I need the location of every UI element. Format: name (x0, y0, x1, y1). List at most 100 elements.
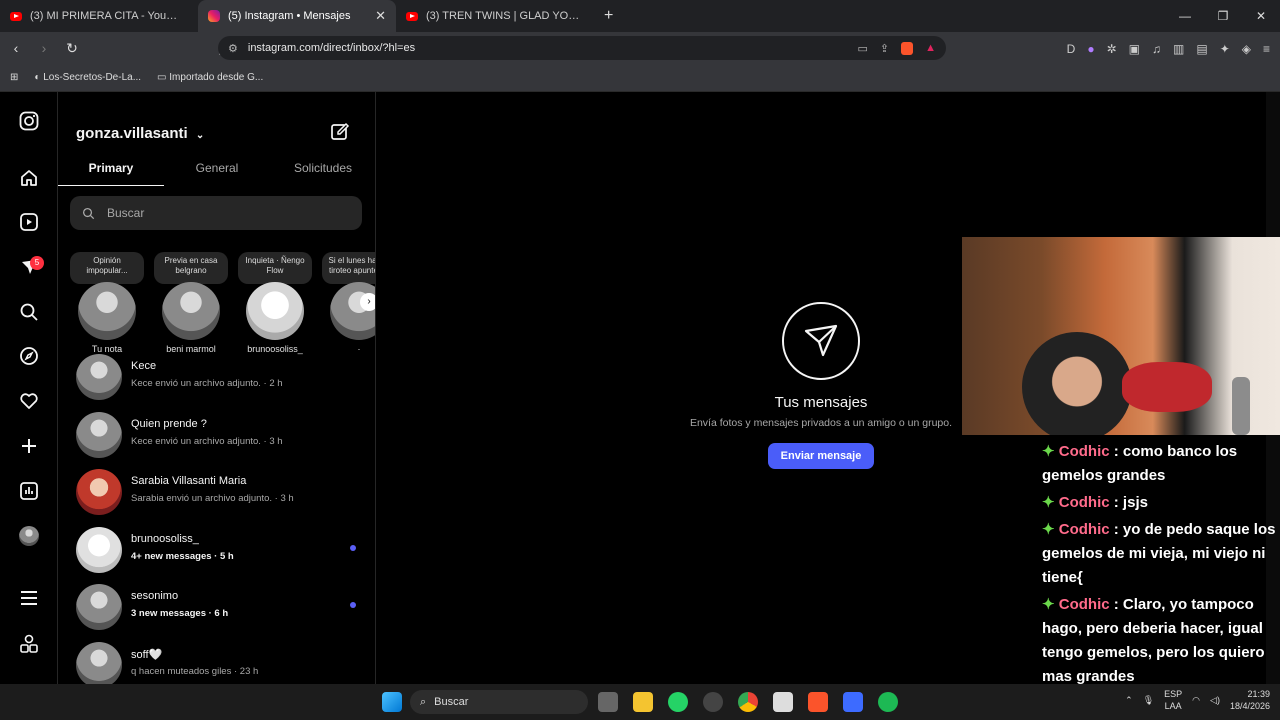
new-message-button[interactable] (330, 122, 350, 147)
file-explorer-icon[interactable] (633, 692, 653, 712)
username-switcher[interactable]: gonza.villasanti ⌄ (76, 125, 204, 142)
extensions-icon[interactable]: ✲ (1107, 42, 1117, 56)
instagram-logo-icon[interactable] (18, 110, 40, 132)
reels-icon[interactable] (18, 211, 40, 233)
gem-icon: ✦ (1042, 494, 1055, 511)
address-bar[interactable]: ⚙ instagram.com/direct/inbox/?hl=es ▭ ⇪ … (218, 36, 946, 60)
inbox-tabs: Primary General Solicitudes (58, 156, 375, 186)
task-view-icon[interactable] (598, 692, 618, 712)
thread-item[interactable]: Kece Kece envió un archivo adjunto. · 2 … (76, 354, 366, 404)
also-from-meta-icon[interactable] (18, 633, 40, 655)
bookmark-item[interactable]: ◐ Los-Secretos-De-La... (34, 72, 141, 83)
menu-icon[interactable]: ≡ (1263, 42, 1270, 56)
bookmark-folder[interactable]: ▭ Importado desde G... (157, 72, 263, 83)
note-item[interactable]: Opinión impopular... Tu nota (70, 252, 144, 354)
microphone-icon[interactable]: 🎙 (1143, 695, 1154, 706)
brave-icon[interactable] (808, 692, 828, 712)
note-item[interactable]: Previa en casa belgrano beni marmol (154, 252, 228, 354)
tab-primary[interactable]: Primary (58, 156, 164, 186)
thread-item[interactable]: sesonimo 3 new messages · 6 h (76, 584, 366, 634)
thread-item[interactable]: brunoosoliss_ 4+ new messages · 5 h (76, 527, 366, 577)
media-icon[interactable]: ♫ (1152, 42, 1161, 56)
thread-item[interactable]: Quien prende ? Kece envió un archivo adj… (76, 412, 366, 462)
new-tab-button[interactable]: + (594, 7, 623, 25)
sidebar-icon[interactable]: ▥ (1173, 42, 1184, 56)
thread-name: soff🤍 (131, 649, 163, 661)
screenshot-icon[interactable]: ▣ (1129, 42, 1140, 56)
username: gonza.villasanti (76, 125, 188, 142)
leo-icon[interactable]: ✦ (1220, 42, 1230, 56)
clock[interactable]: 21:39 18/4/2026 (1230, 688, 1270, 712)
profile-avatar[interactable] (18, 525, 40, 547)
language-indicator[interactable]: ESP LAA (1164, 688, 1182, 712)
thread-item[interactable]: soff🤍 q hacen muteados giles · 23 h (76, 642, 366, 684)
note-bubble: Opinión impopular... (70, 252, 144, 284)
gem-icon: ✦ (1042, 596, 1055, 613)
app-blue-icon[interactable] (843, 692, 863, 712)
more-menu-icon[interactable] (18, 587, 40, 609)
wallet-icon[interactable]: ▤ (1196, 42, 1207, 56)
tab-instagram[interactable]: (5) Instagram • Mensajes ✕ (198, 0, 396, 32)
note-name: beni marmol (166, 344, 216, 354)
avatar (76, 354, 122, 400)
wifi-icon[interactable]: ◠ (1192, 695, 1200, 706)
capcut-icon[interactable] (773, 692, 793, 712)
carousel-next-button[interactable]: › (360, 293, 375, 311)
tab-youtube-2[interactable]: (3) TREN TWINS | GLAD YOU CAME | (396, 0, 594, 32)
whatsapp-icon[interactable] (668, 692, 688, 712)
taskbar-search[interactable]: ⌕ Buscar (410, 690, 588, 714)
tab-youtube-1[interactable]: (3) MI PRIMERA CITA - YouTube (0, 0, 198, 32)
forward-button[interactable]: › (32, 40, 56, 56)
search-icon[interactable] (18, 301, 40, 323)
thread-item[interactable]: Sarabia Villasanti Maria Sarabia envió u… (76, 469, 366, 519)
avatar (246, 282, 304, 340)
home-icon[interactable] (18, 167, 40, 189)
notes-carousel: Opinión impopular... Tu nota Previa en c… (68, 252, 375, 354)
windows-taskbar: ⌕ Buscar ⌃ 🎙 ESP LAA ◠ ◁) 21:39 18/4/202… (0, 684, 1280, 720)
avatar (330, 282, 375, 340)
extension-purple-icon[interactable]: ● (1087, 42, 1094, 56)
vpn-icon[interactable]: ◈ (1242, 42, 1251, 56)
minimize-button[interactable]: — (1166, 0, 1204, 32)
chat-nick: Codhic (1058, 596, 1110, 613)
reload-button[interactable]: ↻ (60, 40, 84, 57)
heart-icon[interactable] (18, 390, 40, 412)
apps-icon[interactable]: ⊞ (10, 72, 18, 83)
create-icon[interactable] (18, 435, 40, 457)
send-message-button[interactable]: Enviar mensaje (767, 443, 875, 469)
instagram-icon (208, 10, 220, 22)
cast-icon[interactable]: ▭ (857, 42, 867, 55)
chat-nick: Codhic (1058, 521, 1110, 538)
site-info-icon[interactable]: ⚙ (228, 42, 238, 55)
brave-shields-icon[interactable] (901, 41, 914, 55)
search-input[interactable]: Buscar (70, 196, 362, 230)
tab-requests[interactable]: Solicitudes (270, 156, 375, 186)
close-tab-icon[interactable]: ✕ (375, 8, 386, 24)
avatar (78, 282, 136, 340)
messenger-icon (782, 302, 860, 380)
windows-start-icon[interactable] (382, 692, 402, 712)
chat-nick: Codhic (1058, 494, 1110, 511)
window-controls: — ❐ ✕ (1166, 0, 1280, 32)
system-tray: ⌃ 🎙 ESP LAA ◠ ◁) 21:39 18/4/2026 (1125, 688, 1270, 712)
chrome-icon[interactable] (738, 692, 758, 712)
spotify-icon[interactable] (878, 692, 898, 712)
maximize-button[interactable]: ❐ (1204, 0, 1242, 32)
extension-d-icon[interactable]: D (1067, 42, 1076, 56)
brave-rewards-icon[interactable]: ▲ (925, 42, 936, 55)
note-item[interactable]: Inquieta · Ñengo Flow brunoosoliss_ (238, 252, 312, 354)
back-button[interactable]: ‹ (4, 40, 28, 56)
thread-name: Kece (131, 360, 157, 372)
dashboard-icon[interactable] (18, 480, 40, 502)
app-icon[interactable] (703, 692, 723, 712)
browser-toolbar: ‹ › ↻ ▯ ⚙ instagram.com/direct/inbox/?hl… (0, 32, 1280, 64)
tab-general[interactable]: General (164, 156, 270, 186)
explore-icon[interactable] (18, 345, 40, 367)
share-icon[interactable]: ⇪ (880, 42, 889, 55)
thread-name: sesonimo (131, 590, 179, 602)
close-window-button[interactable]: ✕ (1242, 0, 1280, 32)
note-name: Tu nota (91, 344, 123, 354)
note-bubble: Inquieta · Ñengo Flow (238, 252, 312, 284)
chevron-up-icon[interactable]: ⌃ (1125, 695, 1133, 706)
volume-icon[interactable]: ◁) (1210, 695, 1220, 706)
